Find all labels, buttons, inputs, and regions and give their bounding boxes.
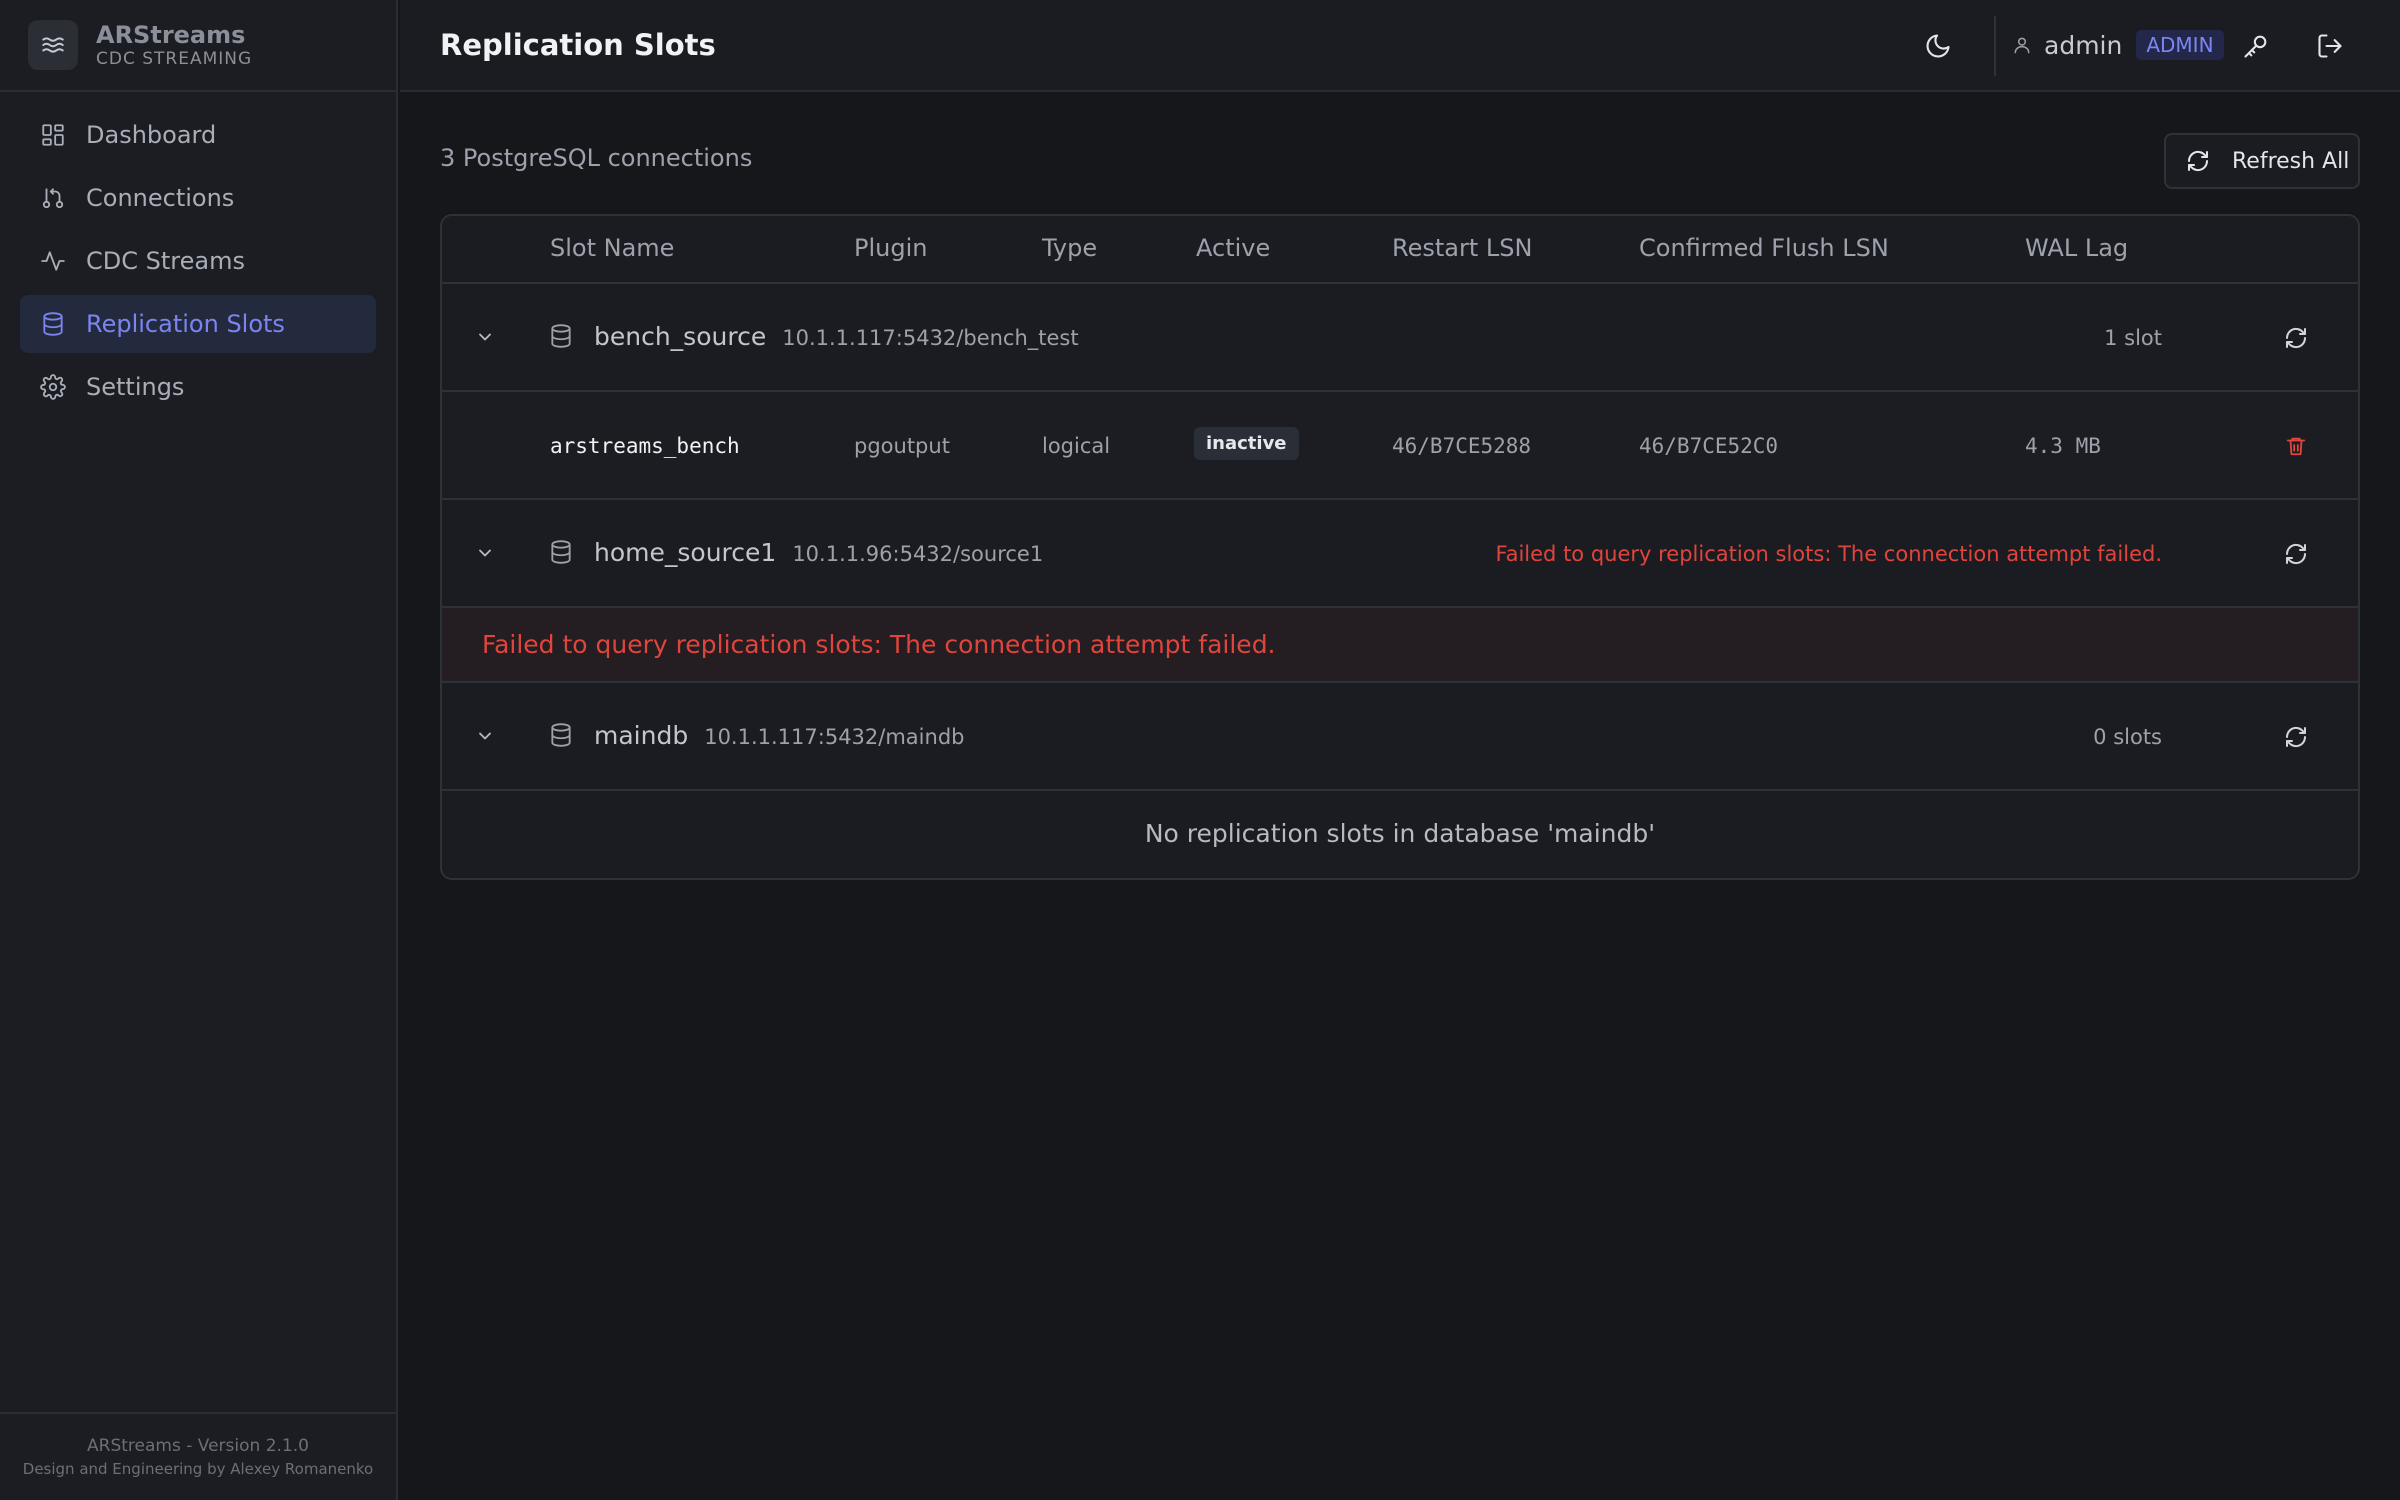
chevron-down-icon	[479, 732, 491, 740]
trash-icon	[2286, 437, 2306, 456]
connection-name-text: maindb	[594, 721, 689, 750]
column-header: WAL Lag	[2025, 234, 2129, 262]
moon-icon	[1926, 34, 1950, 58]
sidebar-item-label: CDC Streams	[86, 247, 245, 275]
user-name: admin	[2044, 30, 2123, 60]
connection-name: maindb 10.1.1.117:5432/maindb	[594, 721, 964, 750]
page-title: Replication Slots	[440, 28, 716, 62]
empty-state-message: No replication slots in database 'maindb…	[1144, 819, 1656, 848]
error-message: Failed to query replication slots: The c…	[482, 630, 1276, 659]
slot-plugin: pgoutput	[854, 434, 950, 458]
logout-button[interactable]	[2306, 22, 2354, 70]
sidebar-item-label: Connections	[86, 184, 235, 212]
connection-group-row: home_source1 10.1.1.96:5432/source1 Faile…	[442, 500, 2358, 608]
column-header: Confirmed Flush LSN	[1639, 234, 1889, 262]
error-row: Failed to query replication slots: The c…	[442, 608, 2358, 683]
dashboard-icon	[42, 124, 64, 146]
column-header: Restart LSN	[1392, 234, 1533, 262]
app-subtitle: CDC STREAMING	[96, 49, 253, 69]
key-icon	[2244, 35, 2267, 58]
logout-icon	[2318, 34, 2342, 58]
slot-type: logical	[1042, 434, 1111, 458]
table-row: arstreams_bench pgoutput logical inactiv…	[442, 392, 2358, 500]
collapse-toggle[interactable]	[470, 322, 500, 352]
refresh-connection-button[interactable]	[2280, 721, 2312, 753]
sidebar-footer: ARStreams - Version 2.1.0 Design and Eng…	[0, 1412, 396, 1500]
database-icon	[43, 312, 63, 336]
sidebar-item-label: Dashboard	[86, 121, 217, 149]
app-name: ARStreams	[96, 21, 246, 49]
theme-toggle-button[interactable]	[1914, 22, 1962, 70]
waves-icon	[42, 37, 64, 53]
status-badge: inactive	[1194, 427, 1299, 460]
role-badge: ADMIN	[2136, 30, 2224, 60]
wal-lag: 4.3 MB	[2025, 434, 2101, 458]
column-header: Active	[1196, 234, 1271, 262]
empty-state-row: No replication slots in database 'maindb…	[442, 791, 2358, 877]
refresh-connection-button[interactable]	[2280, 322, 2312, 354]
collapse-toggle[interactable]	[470, 721, 500, 751]
top-header: Replication Slots admin ADMIN	[400, 0, 2400, 92]
collapse-toggle[interactable]	[470, 538, 500, 568]
header-divider	[1994, 16, 1996, 76]
connection-error-inline: Failed to query replication slots: The c…	[1495, 542, 2162, 566]
version-text: ARStreams - Version 2.1.0	[87, 1436, 309, 1456]
connection-host: 10.1.1.117:5432/maindb	[704, 725, 965, 749]
sidebar-item-cdc-streams[interactable]: CDC Streams	[20, 232, 376, 290]
chevron-down-icon	[479, 549, 491, 557]
sidebar-nav: Dashboard Connections CDC Streams Replic…	[0, 92, 396, 435]
sidebar-item-dashboard[interactable]: Dashboard	[20, 106, 376, 164]
sidebar-item-connections[interactable]: Connections	[20, 169, 376, 227]
connection-host: 10.1.1.96:5432/source1	[792, 542, 1044, 566]
sidebar-item-label: Replication Slots	[86, 310, 285, 338]
restart-lsn: 46/B7CE5288	[1392, 434, 1532, 458]
user-icon	[2014, 37, 2030, 54]
change-password-button[interactable]	[2232, 22, 2280, 70]
chevron-down-icon	[479, 333, 491, 341]
confirmed-flush-lsn: 46/B7CE52C0	[1639, 434, 1779, 458]
connections-summary: 3 PostgreSQL connections	[440, 144, 753, 172]
column-header: Type	[1042, 234, 1098, 262]
column-header: Plugin	[854, 234, 928, 262]
activity-icon	[41, 251, 65, 271]
refresh-icon	[2285, 327, 2307, 349]
gear-icon	[40, 374, 66, 400]
database-icon	[551, 324, 571, 348]
refresh-connection-button[interactable]	[2280, 538, 2312, 570]
connection-group-row: bench_source 10.1.1.117:5432/bench_test 1…	[442, 284, 2358, 392]
slot-count: 0 slots	[2093, 725, 2162, 749]
connection-name-text: bench_source	[594, 322, 767, 351]
database-icon	[551, 723, 571, 747]
connection-name-text: home_source1	[594, 538, 777, 567]
sidebar: ARStreams CDC STREAMING Dashboard Connec…	[0, 0, 398, 1500]
brand: ARStreams CDC STREAMING	[0, 0, 396, 92]
connection-name: home_source1 10.1.1.96:5432/source1	[594, 538, 1043, 567]
sidebar-item-label: Settings	[86, 373, 185, 401]
credits-text: Design and Engineering by Alexey Romanen…	[22, 1460, 374, 1478]
sidebar-item-replication-slots[interactable]: Replication Slots	[20, 295, 376, 353]
column-header: Slot Name	[550, 234, 675, 262]
connection-host: 10.1.1.117:5432/bench_test	[782, 326, 1079, 350]
connection-group-row: maindb 10.1.1.117:5432/maindb 0 slots	[442, 683, 2358, 791]
database-icon	[551, 540, 571, 564]
refresh-icon	[2187, 150, 2209, 172]
slot-count: 1 slot	[2104, 326, 2162, 350]
user-info: admin ADMIN	[2012, 30, 2224, 60]
delete-slot-button[interactable]	[2280, 430, 2312, 462]
slot-name: arstreams_bench	[550, 434, 740, 458]
replication-slots-table: Slot Name Plugin Type Active Restart LSN…	[440, 214, 2360, 880]
sidebar-item-settings[interactable]: Settings	[20, 358, 376, 416]
refresh-icon	[2285, 726, 2307, 748]
table-header: Slot Name Plugin Type Active Restart LSN…	[442, 216, 2358, 284]
connections-icon	[42, 188, 64, 209]
refresh-all-button[interactable]: Refresh All	[2164, 133, 2360, 189]
refresh-icon	[2285, 543, 2307, 565]
connection-name: bench_source 10.1.1.117:5432/bench_test	[594, 322, 1079, 351]
refresh-all-label: Refresh All	[2232, 148, 2350, 174]
menu-toggle-button[interactable]	[28, 20, 78, 70]
